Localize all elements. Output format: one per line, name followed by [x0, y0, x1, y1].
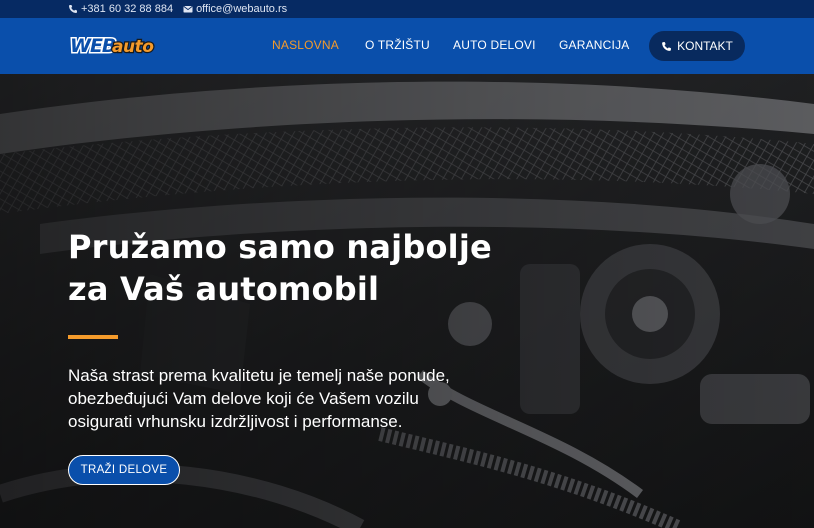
email-address: office@webauto.rs [196, 3, 288, 15]
phone-icon [662, 41, 672, 51]
nav-item-o-trzistu[interactable]: O TRŽIŠTU [365, 38, 430, 52]
hero-title-line: Pružamo samo najbolje [68, 228, 492, 266]
top-email[interactable]: office@webauto.rs [183, 3, 287, 15]
hero-description: Naša strast prema kvalitetu je temelj na… [68, 364, 508, 433]
nav-item-garancija[interactable]: GARANCIJA [559, 38, 629, 52]
search-parts-button[interactable]: TRAŽI DELOVE [68, 455, 180, 485]
envelope-icon [183, 6, 193, 13]
phone-icon [69, 5, 77, 13]
nav-item-auto-delovi[interactable]: AUTO DELOVI [453, 38, 536, 52]
hero-title-line: za Vaš automobil [68, 270, 380, 308]
top-contact-bar: +381 60 32 88 884 office@webauto.rs [0, 0, 814, 18]
contact-button-label: KONTAKT [677, 39, 733, 53]
phone-number: +381 60 32 88 884 [81, 3, 174, 15]
accent-divider [68, 335, 118, 339]
hero-text-line: obezbeđujući Vam delove koji će Vašem vo… [68, 389, 419, 408]
hero-text-line: Naša strast prema kvalitetu je temelj na… [68, 366, 450, 385]
contact-button[interactable]: KONTAKT [649, 31, 745, 61]
main-navbar: WEB auto NASLOVNA O TRŽIŠTU AUTO DELOVI … [0, 18, 814, 74]
top-phone[interactable]: +381 60 32 88 884 [68, 3, 173, 15]
hero-section: Pružamo samo najbolje za Vaš automobil N… [0, 74, 814, 528]
hero-text-line: osigurati vrhunsku izdržljivost i perfor… [68, 412, 403, 431]
nav-item-naslovna[interactable]: NASLOVNA [272, 38, 339, 52]
hero-title: Pružamo samo najbolje za Vaš automobil [68, 226, 588, 310]
